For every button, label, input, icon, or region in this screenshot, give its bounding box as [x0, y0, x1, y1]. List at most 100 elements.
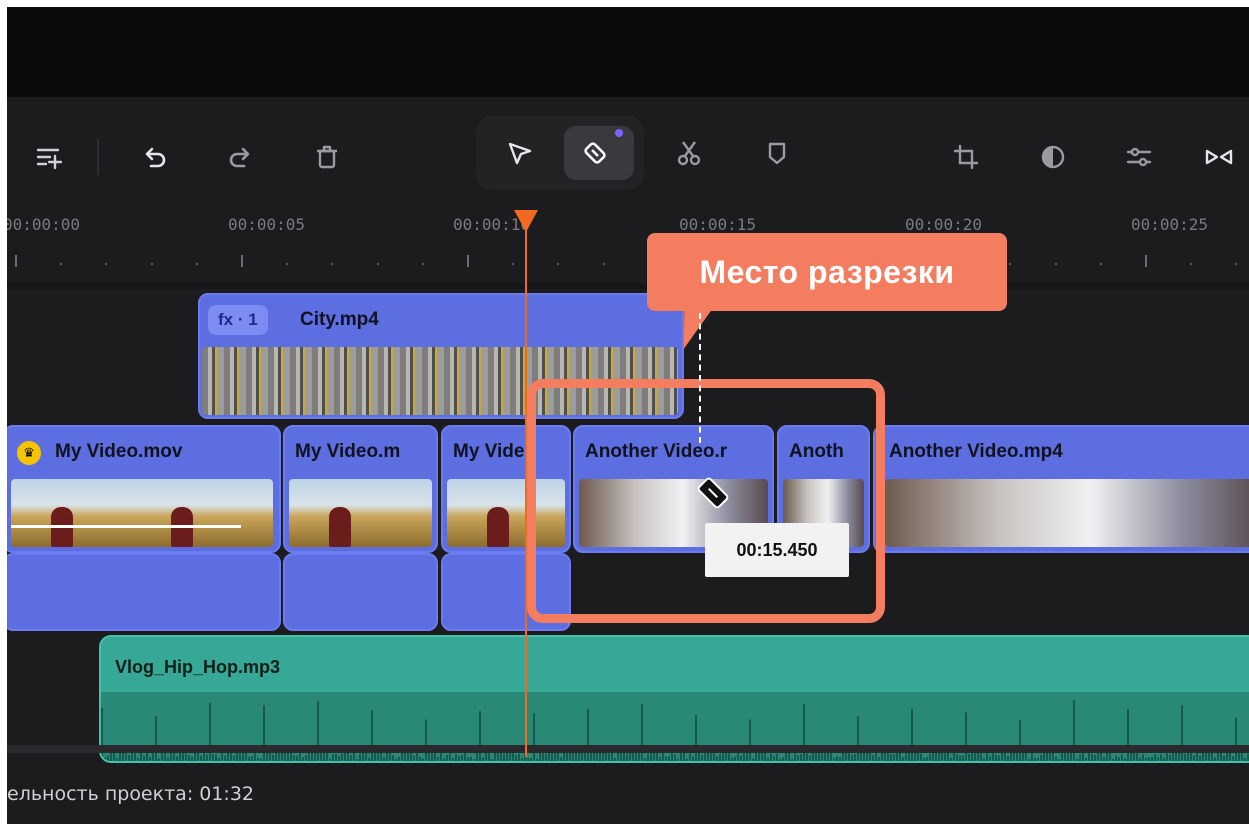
top-bar — [7, 7, 1249, 97]
waveform-bar — [440, 752, 442, 761]
waveform-bar — [1190, 752, 1192, 761]
audio-clip[interactable]: Vlog_Hip_Hop.mp3 — [99, 635, 1249, 763]
waveform-bar — [1151, 756, 1153, 761]
waveform-bar — [776, 753, 778, 761]
waveform-bar — [920, 753, 922, 761]
waveform-bar — [929, 753, 931, 761]
add-track-icon[interactable] — [27, 135, 71, 179]
adjust-icon[interactable] — [1117, 135, 1161, 179]
waveform-bar — [437, 756, 439, 761]
razor-blade-icon[interactable] — [573, 131, 617, 175]
redo-icon[interactable] — [219, 135, 263, 179]
effects-badge[interactable]: fx · 1 — [208, 305, 268, 335]
waveform-bar — [413, 755, 415, 761]
waveform-bar — [578, 752, 580, 761]
waveform-bar — [383, 757, 385, 761]
marker-icon[interactable] — [755, 131, 799, 175]
project-duration: ельность проекта: 01:32 — [7, 783, 255, 805]
waveform-bar — [893, 754, 895, 761]
ruler-tick — [1145, 255, 1147, 267]
waveform-bar — [455, 754, 457, 761]
waveform-bar — [467, 757, 469, 761]
waveform-bar — [677, 758, 679, 761]
crop-icon[interactable] — [944, 135, 988, 179]
waveform-bar — [956, 754, 958, 761]
waveform-bar — [587, 709, 589, 761]
waveform-bar — [1118, 757, 1120, 761]
waveform-bar — [701, 754, 703, 761]
waveform-bar — [329, 758, 331, 761]
ruler-tick — [421, 263, 424, 265]
waveform-bar — [839, 757, 841, 761]
horizontal-scrollbar[interactable] — [7, 745, 1249, 753]
video-clip-extension — [7, 553, 281, 631]
waveform-bar — [1205, 752, 1207, 761]
trash-icon[interactable] — [305, 135, 349, 179]
waveform-bar — [1154, 754, 1156, 761]
waveform-bar — [671, 751, 673, 761]
clip-name: My Video.mov — [55, 441, 183, 462]
waveform-bar — [902, 757, 904, 761]
waveform-bar — [170, 752, 172, 761]
waveform-bar — [569, 752, 571, 761]
waveform-bar — [995, 754, 997, 761]
waveform-bar — [218, 757, 220, 761]
video-clip[interactable]: ♛ My Video.mov — [7, 425, 281, 553]
playhead-handle[interactable] — [514, 210, 538, 232]
waveform-bar — [749, 719, 751, 761]
waveform-bar — [806, 752, 808, 761]
waveform-bar — [665, 756, 667, 761]
waveform-bar — [200, 755, 202, 761]
waveform-bar — [767, 757, 769, 761]
waveform-bar — [1157, 757, 1159, 761]
video-clip-extension — [283, 553, 438, 631]
waveform-bar — [179, 753, 181, 761]
ruler-tick — [1099, 263, 1102, 265]
undo-icon[interactable] — [132, 135, 176, 179]
waveform-bar — [941, 752, 943, 761]
color-icon[interactable] — [1031, 135, 1075, 179]
ruler-label: 00:00:00 — [7, 215, 81, 234]
waveform-bar — [419, 756, 421, 761]
waveform-bar — [959, 755, 961, 761]
waveform-bar — [914, 751, 916, 761]
waveform-bar — [557, 753, 559, 761]
waveform-bar — [470, 756, 472, 761]
waveform-bar — [263, 705, 265, 761]
waveform-bar — [641, 704, 643, 761]
waveform-bar — [797, 755, 799, 761]
waveform-bar — [980, 751, 982, 761]
clip-thumbnails — [885, 479, 1249, 547]
scissors-icon[interactable] — [667, 131, 711, 175]
time-ruler[interactable]: 00:00:00 00:00:05 00:00:10 00:00:15 00:0… — [7, 203, 1249, 291]
clip-name: Another Video.mp4 — [889, 441, 1063, 462]
waveform-bar — [1022, 752, 1024, 761]
waveform-bar — [1208, 752, 1210, 761]
waveform-bar — [1124, 758, 1126, 761]
video-clip[interactable]: My Video.m — [283, 425, 438, 553]
waveform-bar — [203, 751, 205, 761]
waveform-bar — [560, 757, 562, 761]
waveform-bar — [803, 703, 805, 761]
waveform-bar — [1160, 754, 1162, 761]
waveform-bar — [731, 757, 733, 761]
ruler-tick — [150, 263, 153, 265]
waveform-bar — [257, 757, 259, 761]
ruler-tick — [1190, 263, 1193, 265]
transition-icon[interactable] — [1197, 135, 1241, 179]
waveform-bar — [614, 757, 616, 761]
waveform-bar — [1235, 717, 1237, 761]
waveform-bar — [125, 753, 127, 761]
waveform-bar — [1148, 756, 1150, 761]
waveform-bar — [989, 756, 991, 761]
video-clip[interactable]: Another Video.mp4 — [873, 425, 1249, 553]
waveform-bar — [167, 757, 169, 761]
ruler-tick — [15, 255, 17, 267]
waveform-bar — [104, 757, 106, 761]
select-arrow-icon[interactable] — [498, 131, 542, 175]
thumbnail-figure — [329, 507, 351, 547]
waveform-bar — [140, 752, 142, 761]
ruler-tick — [195, 263, 198, 265]
waveform-bar — [923, 757, 925, 761]
waveform-bar — [746, 751, 748, 761]
